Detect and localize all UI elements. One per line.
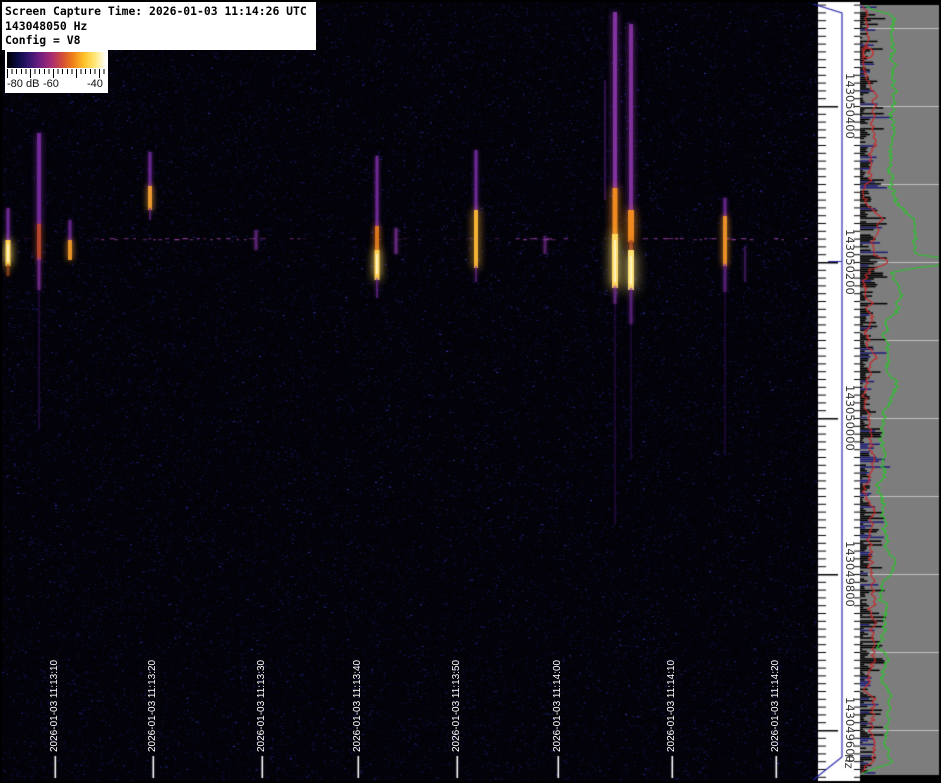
time-axis-label: 2026-01-03 11:13:40 [352,660,363,752]
capture-info-box: Screen Capture Time: 2026-01-03 11:14:26… [2,2,316,50]
color-scale-legend: -80 dB -60 -40 [5,49,108,93]
config-text: Config = V8 [5,33,313,48]
time-axis-label: 2026-01-03 11:13:10 [49,660,60,752]
time-axis-label: 2026-01-03 11:14:10 [666,660,677,752]
time-axis-label: 2026-01-03 11:13:20 [147,660,158,752]
color-scale-gradient [7,52,106,68]
freq-axis-label: 143050200 [843,229,857,295]
freq-axis-label: 143049800 [843,541,857,607]
center-frequency-text: 143048050 Hz [5,19,313,34]
capture-time-text: Screen Capture Time: 2026-01-03 11:14:26… [5,4,313,19]
meteor-spectrogram-screen: Screen Capture Time: 2026-01-03 11:14:26… [0,0,941,783]
time-axis-label: 2026-01-03 11:13:50 [451,660,462,752]
time-axis-label: 2026-01-03 11:13:30 [256,660,267,752]
freq-axis-label: 143050400 [843,73,857,139]
color-scale-label-mid: -60 [43,78,59,90]
color-scale-labels: -80 dB -60 -40 [7,78,106,92]
color-scale-ticks [7,69,106,78]
time-axis-label: 2026-01-03 11:14:00 [552,660,563,752]
freq-axis-label: 143050000 [843,385,857,451]
time-axis-label: 2026-01-03 11:14:20 [770,660,781,752]
waterfall-and-spectrum-canvas [0,0,941,783]
freq-axis-unit: Hz [842,754,856,769]
color-scale-label-max: -40 [87,78,103,90]
freq-axis-label: 143049600 [843,697,857,763]
color-scale-label-min: -80 dB [7,78,39,90]
